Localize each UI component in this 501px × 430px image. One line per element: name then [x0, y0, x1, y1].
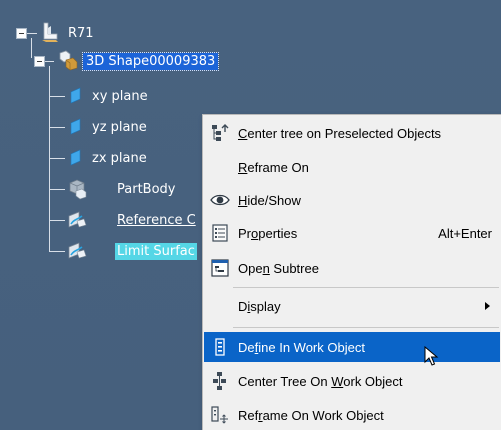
- menu-item-center-tree-work-object[interactable]: Center Tree On Work Object: [204, 366, 500, 396]
- tree-connector: [49, 158, 65, 159]
- menu-separator: [233, 327, 499, 328]
- tree-node-zx-plane[interactable]: zx plane: [92, 145, 147, 171]
- menu-item-display[interactable]: Display: [204, 291, 500, 321]
- menu-item-define-in-work-object[interactable]: Define In Work Object: [204, 332, 500, 362]
- plane-icon: [66, 115, 88, 137]
- tree-node-3d-shape[interactable]: 3D Shape00009383: [81, 48, 220, 74]
- tree-node-label: R71: [68, 25, 94, 41]
- center-work-object-icon: [210, 371, 230, 391]
- tree-node-label: 3D Shape00009383: [81, 51, 220, 71]
- submenu-arrow-icon: [485, 302, 490, 310]
- tree-connector: [27, 33, 37, 34]
- open-subtree-icon: [210, 258, 230, 278]
- tree-connector: [31, 38, 32, 58]
- tree-node-yz-plane[interactable]: yz plane: [92, 114, 147, 140]
- menu-item-hide-show[interactable]: Hide/Show: [204, 185, 500, 215]
- eye-icon: [210, 190, 230, 210]
- tree-node-label: Reference C: [117, 212, 196, 228]
- tree-node-label: zx plane: [92, 150, 147, 166]
- tree-node-partbody[interactable]: PartBody: [117, 176, 175, 202]
- partbody-icon: [64, 176, 90, 202]
- plane-icon: [66, 84, 88, 106]
- 3d-shape-icon: [55, 48, 79, 72]
- collapse-icon[interactable]: [34, 56, 45, 67]
- menu-item-reframe-work-object[interactable]: Reframe On Work Object: [204, 400, 500, 430]
- menu-item-label: Open Subtree: [238, 260, 319, 276]
- tree-node-label: yz plane: [92, 119, 147, 135]
- tree-connector: [49, 189, 65, 190]
- tree-node-limit-surface[interactable]: Limit Surfac: [115, 238, 197, 264]
- product-icon: [38, 20, 62, 44]
- menu-item-reframe-on[interactable]: Reframe On: [204, 152, 500, 182]
- tree-node-xy-plane[interactable]: xy plane: [92, 83, 148, 109]
- menu-item-label: Center tree on Preselected Objects: [238, 125, 442, 141]
- mouse-cursor-icon: [424, 345, 440, 368]
- tree-node-reference[interactable]: Reference C: [117, 207, 196, 233]
- geometrical-set-icon: [64, 207, 90, 233]
- plane-icon: [66, 146, 88, 168]
- menu-item-label: Reframe On: [238, 159, 309, 175]
- tree-view: R71 3D Shape00009383 xy plane yz plane z…: [0, 0, 501, 430]
- context-menu: Center tree on Preselected Objects Refra…: [202, 114, 501, 430]
- menu-item-open-subtree[interactable]: Open Subtree: [204, 253, 500, 283]
- tree-connector: [49, 96, 65, 97]
- tree-connector: [49, 127, 65, 128]
- menu-item-label: Display: [238, 298, 281, 314]
- menu-separator: [233, 287, 499, 288]
- tree-node-root[interactable]: R71: [68, 20, 94, 46]
- menu-item-center-tree-preselected[interactable]: Center tree on Preselected Objects: [204, 118, 500, 148]
- define-work-object-icon: [210, 337, 230, 357]
- tree-connector: [49, 220, 65, 221]
- collapse-icon[interactable]: [16, 28, 27, 39]
- menu-item-label: Reframe On Work Object: [238, 407, 384, 423]
- menu-item-properties[interactable]: Properties Alt+Enter: [204, 218, 500, 248]
- properties-icon: [210, 223, 230, 243]
- tree-node-label: xy plane: [92, 88, 148, 104]
- menu-item-shortcut: Alt+Enter: [438, 225, 492, 241]
- tree-node-label: PartBody: [117, 181, 176, 197]
- menu-item-label: Properties: [238, 225, 298, 241]
- geometrical-set-icon: [64, 238, 90, 264]
- menu-item-label: Hide/Show: [238, 192, 301, 208]
- tree-connector: [44, 61, 54, 62]
- menu-item-label: Center Tree On Work Object: [238, 373, 403, 389]
- center-tree-icon: [210, 123, 230, 143]
- menu-item-label: Define In Work Object: [238, 339, 365, 355]
- tree-connector: [49, 251, 65, 252]
- reframe-work-object-icon: [210, 405, 230, 425]
- tree-node-label: Limit Surfac: [115, 242, 197, 260]
